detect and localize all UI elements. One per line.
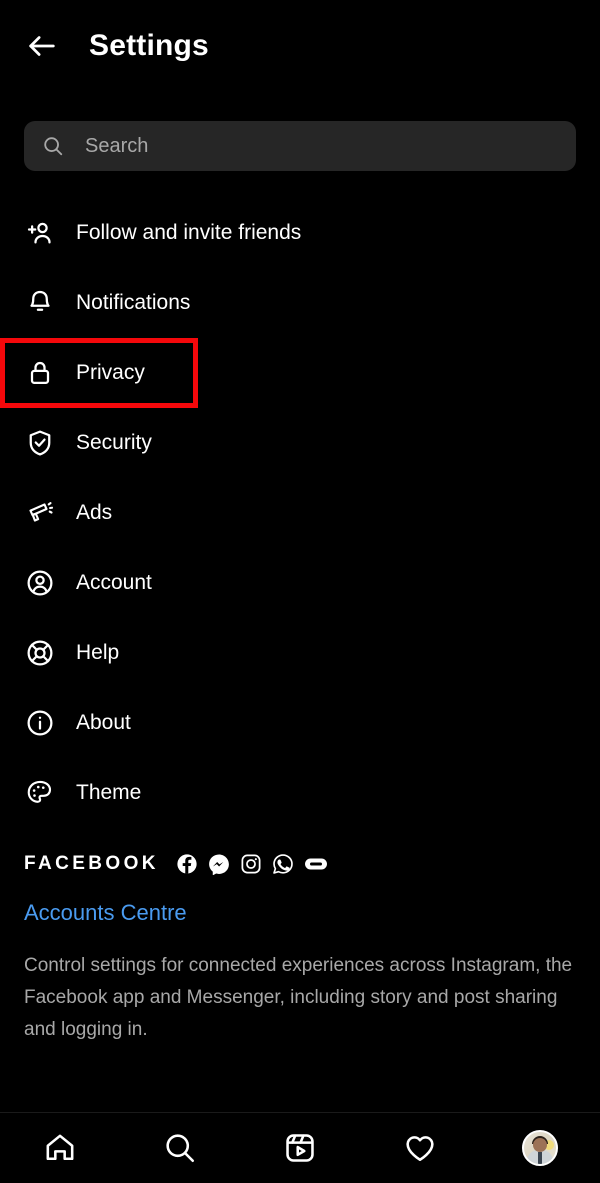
search-field[interactable]: Search	[24, 121, 576, 171]
menu-item-label: Help	[76, 641, 120, 664]
search-icon	[166, 1134, 195, 1163]
search-placeholder: Search	[85, 134, 149, 157]
nav-item-profile[interactable]	[480, 1113, 600, 1183]
home-icon	[46, 1134, 74, 1161]
nav-item-home[interactable]	[0, 1113, 120, 1183]
lock-icon	[24, 357, 56, 389]
settings-menu: Follow and invite friends Notifications …	[0, 198, 600, 828]
megaphone-icon	[24, 497, 56, 529]
bell-icon	[24, 287, 56, 319]
palette-icon	[24, 777, 56, 809]
menu-item-label: About	[76, 711, 131, 734]
menu-item-label: Follow and invite friends	[76, 221, 302, 244]
person-circle-icon	[24, 567, 56, 599]
avatar-tie	[538, 1152, 542, 1164]
nav-item-search[interactable]	[120, 1113, 240, 1183]
messenger-icon	[208, 854, 229, 875]
menu-item-label: Ads	[76, 501, 113, 524]
nav-item-activity[interactable]	[360, 1113, 480, 1183]
back-button[interactable]	[14, 18, 70, 74]
menu-item-theme[interactable]: Theme	[0, 758, 600, 828]
menu-item-follow-and-invite-friends[interactable]: Follow and invite friends	[0, 198, 600, 268]
reels-icon	[286, 1134, 314, 1162]
header: Settings	[0, 0, 600, 92]
back-arrow-icon	[29, 36, 55, 56]
menu-item-label: Security	[76, 431, 152, 454]
facebook-family-section: FACEBOOK Accounts Centre Control setting…	[24, 850, 576, 1046]
heart-icon	[406, 1136, 434, 1162]
search-bar[interactable]: Search	[24, 121, 576, 171]
menu-item-security[interactable]: Security	[0, 408, 600, 478]
menu-item-label: Privacy	[76, 361, 145, 384]
menu-item-help[interactable]: Help	[0, 618, 600, 688]
avatar-face	[533, 1138, 547, 1153]
nav-item-reels[interactable]	[240, 1113, 360, 1183]
portal-icon	[304, 858, 327, 870]
accounts-centre-link[interactable]: Accounts Centre	[24, 900, 187, 926]
settings-screen: Settings Search Follow and invite friend…	[0, 0, 600, 1183]
lifebuoy-icon	[24, 637, 56, 669]
menu-item-label: Theme	[76, 781, 142, 804]
instagram-icon	[241, 854, 261, 874]
page-title: Settings	[89, 29, 209, 62]
shield-check-icon	[24, 427, 56, 459]
facebook-heading-row: FACEBOOK	[24, 850, 576, 878]
menu-item-ads[interactable]: Ads	[0, 478, 600, 548]
menu-item-label: Notifications	[76, 291, 191, 314]
bottom-navigation-bar	[0, 1112, 600, 1183]
facebook-app-icons	[176, 853, 328, 875]
menu-item-about[interactable]: About	[0, 688, 600, 758]
search-icon	[44, 137, 63, 156]
person-add-icon	[24, 217, 56, 249]
menu-item-notifications[interactable]: Notifications	[0, 268, 600, 338]
profile-avatar	[522, 1130, 558, 1166]
menu-item-account[interactable]: Account	[0, 548, 600, 618]
accounts-centre-description: Control settings for connected experienc…	[24, 955, 573, 1040]
menu-item-label: Account	[76, 571, 152, 594]
facebook-icon	[177, 854, 197, 874]
info-circle-icon	[24, 707, 56, 739]
whatsapp-icon	[273, 854, 293, 874]
facebook-heading: FACEBOOK	[24, 853, 159, 874]
menu-item-privacy[interactable]: Privacy	[0, 338, 198, 408]
